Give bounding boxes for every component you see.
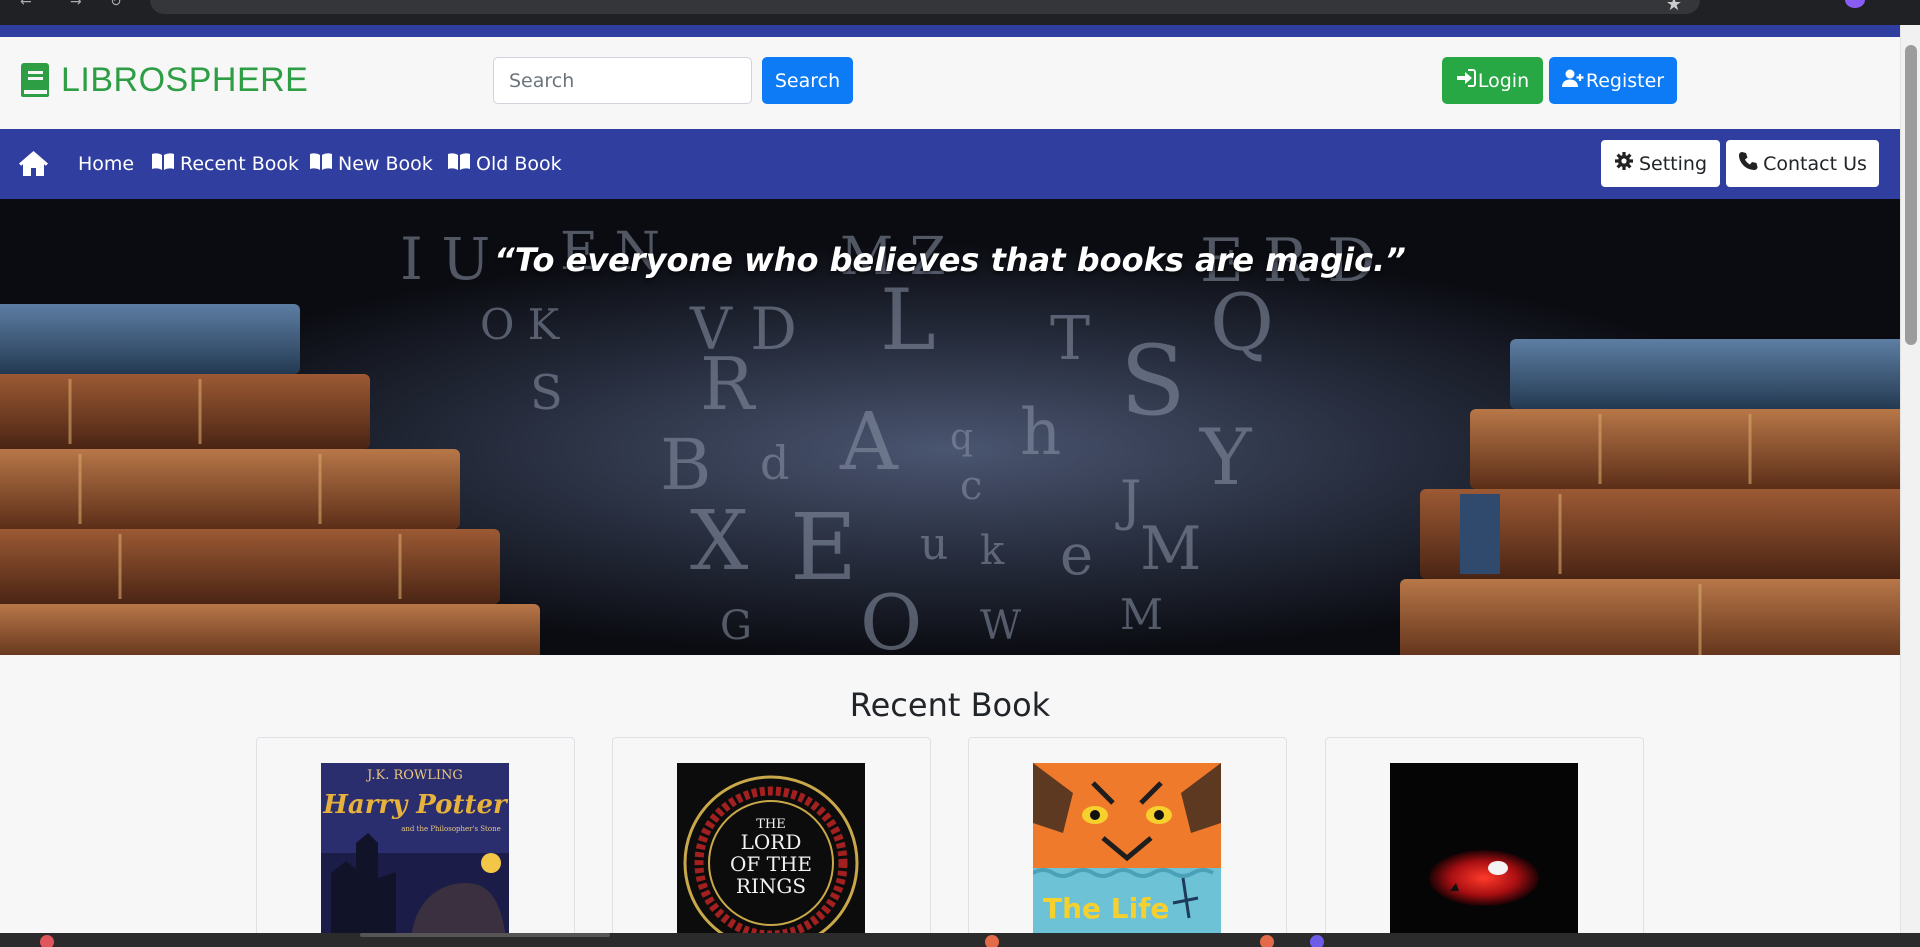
book-cover-life-of-pi[interactable]: The Life: [1033, 763, 1221, 938]
register-button[interactable]: Register: [1549, 57, 1677, 104]
taskbar-app-icon[interactable]: [1260, 935, 1274, 947]
svg-text:W: W: [980, 603, 1021, 649]
svg-text:O K: O K: [480, 300, 561, 349]
open-book-icon: [309, 151, 333, 177]
svg-text:Y: Y: [1199, 413, 1253, 503]
reload-icon[interactable]: ↻: [110, 0, 122, 10]
contact-label: Contact Us: [1763, 152, 1867, 175]
book-card[interactable]: J.K. ROWLING Harry Potter and the Philos…: [256, 737, 575, 947]
top-accent-bar: [0, 25, 1900, 37]
nav-recent-label: Recent Book: [180, 153, 299, 175]
cover-title-line: RINGS: [736, 874, 806, 898]
svg-text:u: u: [920, 519, 948, 570]
sign-in-icon: [1456, 69, 1476, 92]
back-icon[interactable]: ←: [20, 0, 32, 10]
book-cover-red-eye[interactable]: [1390, 763, 1578, 938]
section-title-recent-book: Recent Book: [849, 686, 1051, 724]
svg-text:k: k: [980, 528, 1005, 574]
svg-text:Q: Q: [1210, 278, 1274, 368]
login-button[interactable]: Login: [1442, 57, 1543, 104]
brand[interactable]: LIBROSPHERE: [19, 62, 308, 98]
svg-text:h: h: [1020, 396, 1061, 470]
address-bar[interactable]: [150, 0, 1700, 14]
svg-text:q: q: [950, 417, 973, 458]
nav-home-label: Home: [78, 153, 135, 175]
forward-icon[interactable]: →: [70, 0, 82, 10]
svg-text:X: X: [690, 494, 748, 589]
svg-text:e: e: [1060, 523, 1093, 588]
svg-text:R: R: [700, 342, 756, 426]
svg-text:d: d: [760, 436, 789, 490]
book-icon: [19, 62, 51, 98]
search-button[interactable]: Search: [762, 57, 853, 104]
svg-text:T: T: [1050, 304, 1090, 374]
setting-label: Setting: [1638, 152, 1708, 175]
taskbar-app-icon[interactable]: [1310, 935, 1324, 947]
brand-name: LIBROSPHERE: [61, 61, 309, 99]
site-header: LIBROSPHERE Search Login Register: [0, 37, 1900, 129]
open-book-icon: [151, 151, 175, 177]
nav-link-new-book[interactable]: New Book: [309, 151, 433, 177]
nav-link-home[interactable]: Home: [78, 151, 134, 177]
setting-button[interactable]: Setting: [1601, 140, 1720, 187]
gear-icon: [1614, 151, 1634, 176]
hero-quote: “To everyone who believes that books are…: [494, 241, 1406, 279]
cover-author: J.K. ROWLING: [365, 768, 463, 783]
profile-avatar[interactable]: [1845, 0, 1865, 8]
svg-text:L: L: [880, 271, 936, 369]
svg-text:E: E: [790, 494, 857, 601]
svg-text:O: O: [860, 578, 922, 655]
register-label: Register: [1585, 69, 1665, 92]
browser-toolbar: ← → ↻ ★: [0, 0, 1920, 25]
cover-title: The Life: [1043, 892, 1169, 925]
book-card[interactable]: [1325, 737, 1644, 947]
svg-text:c: c: [960, 463, 982, 509]
page-scrollbar[interactable]: [1900, 25, 1920, 933]
svg-text:S: S: [1120, 325, 1186, 437]
cover-title-line: OF THE: [730, 852, 812, 876]
os-taskbar: [0, 933, 1920, 947]
cover-title: Harry Potter: [322, 790, 509, 820]
home-icon[interactable]: [18, 150, 49, 181]
nav-link-old-book[interactable]: Old Book: [447, 151, 562, 177]
cover-subtitle: and the Philosopher's Stone: [401, 825, 501, 833]
open-book-icon: [447, 151, 471, 177]
taskbar-app-icon[interactable]: [40, 935, 54, 947]
book-card[interactable]: The Life: [968, 737, 1287, 947]
search-input[interactable]: [493, 57, 752, 104]
svg-text:M: M: [1140, 514, 1201, 584]
phone-icon: [1738, 151, 1758, 176]
book-cover-harry-potter[interactable]: J.K. ROWLING Harry Potter and the Philos…: [321, 763, 509, 938]
nav-old-label: Old Book: [476, 153, 562, 175]
book-card[interactable]: THE LORD OF THE RINGS: [612, 737, 931, 947]
scrollbar-thumb[interactable]: [1905, 45, 1917, 345]
svg-text:A: A: [839, 395, 899, 488]
login-label: Login: [1477, 69, 1530, 92]
user-plus-icon: [1561, 69, 1584, 92]
svg-text:M: M: [1120, 590, 1163, 639]
hero-banner: I U E N M Z E R D O K V D L T Q S R S B …: [0, 199, 1900, 655]
main-navbar: Home Recent Book New Book Old Book Setti…: [0, 129, 1900, 199]
cover-title-line: LORD: [741, 830, 802, 854]
nav-link-recent-book[interactable]: Recent Book: [151, 151, 299, 177]
svg-text:G: G: [720, 603, 752, 649]
nav-new-label: New Book: [338, 153, 433, 175]
taskbar-app-icon[interactable]: [985, 935, 999, 947]
book-cover-lord-of-the-rings[interactable]: THE LORD OF THE RINGS: [677, 763, 865, 938]
bookmark-star-icon[interactable]: ★: [1666, 0, 1682, 15]
contact-us-button[interactable]: Contact Us: [1726, 140, 1879, 187]
taskbar-app-icon[interactable]: [360, 933, 610, 937]
svg-text:S: S: [530, 365, 563, 421]
